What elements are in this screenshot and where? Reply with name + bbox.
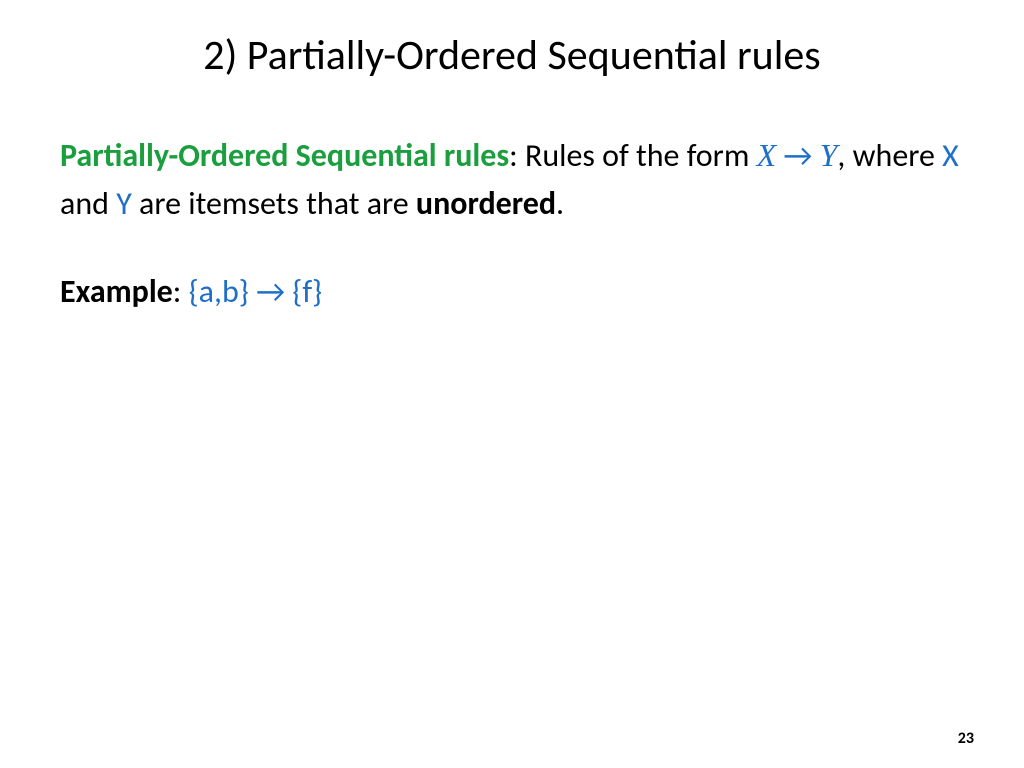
definition-period: . [556,184,564,223]
page-number: 23 [958,729,974,748]
formula-arrow: → [776,136,819,175]
example-paragraph: Example: {a,b} → {f} [60,268,964,316]
definition-text-before: : Rules of the form [509,136,756,175]
formula-x: X [757,137,777,173]
definition-end: are itemsets that are [132,184,416,223]
x-label: X [942,136,959,175]
definition-middle: and [60,184,116,223]
example-colon: : [173,272,189,311]
definition-text-after: , where [837,136,942,175]
definition-term: Partially-Ordered Sequential rules [60,136,509,175]
slide-title: 2) Partially-Ordered Sequential rules [60,30,964,81]
definition-paragraph: Partially-Ordered Sequential rules: Rule… [60,131,964,228]
y-label: Y [116,184,132,223]
example-label: Example [60,272,173,311]
example-expression: {a,b} → {f} [189,272,323,311]
unordered-word: unordered [416,184,556,223]
formula-y: Y [820,137,838,173]
